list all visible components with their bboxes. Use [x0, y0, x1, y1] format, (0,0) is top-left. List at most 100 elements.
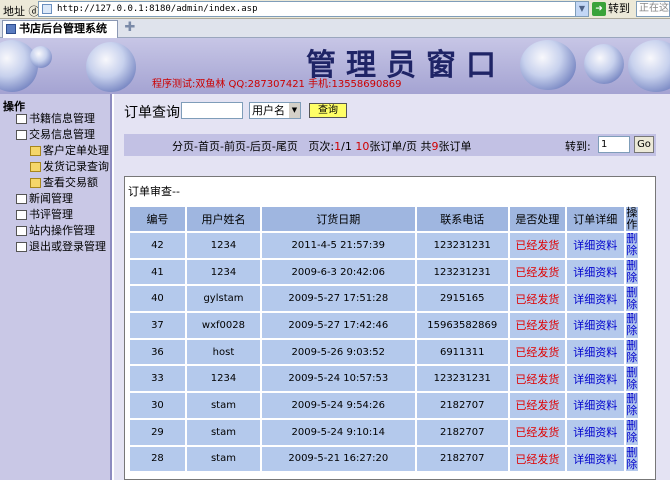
- sidebar-item-site-ops[interactable]: 站内操作管理: [16, 224, 95, 238]
- new-tab-icon[interactable]: ✚: [122, 21, 138, 35]
- status-cell: 已经发货: [509, 393, 565, 418]
- tree-node-icon: [16, 226, 27, 236]
- banner-subtitle: 程序测试:双鱼林 QQ:287307421 手机:13558690869: [152, 79, 402, 90]
- bubble-graphic: [0, 40, 38, 92]
- detail-link[interactable]: 详细资料: [566, 233, 624, 258]
- order-date-cell: 2009-5-24 9:54:26: [262, 393, 415, 418]
- order-id-cell: 42: [130, 233, 185, 258]
- detail-link[interactable]: 详细资料: [566, 286, 624, 312]
- table-row: 33 1234 2009-5-24 10:57:53 123231231 已经发货 详细资…: [130, 366, 638, 392]
- sidebar-item-logout[interactable]: 退出或登录管理: [16, 240, 106, 254]
- delete-link[interactable]: 删除: [625, 420, 638, 445]
- sidebar-item-transactions[interactable]: 交易信息管理: [16, 128, 95, 142]
- table-header-row: 编号 用户姓名 订货日期 联系电话 是否处理 订单详细 操作: [130, 207, 638, 231]
- search-field-select[interactable]: 用户名 ▼: [249, 102, 301, 119]
- delete-link[interactable]: 删除: [625, 393, 638, 418]
- phone-cell: 2182707: [416, 419, 508, 445]
- user-name-cell: stam: [186, 393, 261, 418]
- search-input[interactable]: [181, 102, 243, 119]
- status-cell: 已经发货: [509, 339, 565, 365]
- tree-node-icon: [16, 242, 27, 252]
- order-date-cell: 2009-6-3 20:42:06: [262, 259, 415, 285]
- folder-icon: [30, 178, 41, 188]
- status-cell: 已经发货: [509, 313, 565, 338]
- sidebar-item-books[interactable]: 书籍信息管理: [16, 112, 95, 126]
- order-date-cell: 2009-5-24 9:10:14: [262, 419, 415, 445]
- phone-cell: 2182707: [416, 446, 508, 472]
- sidebar-item-label: 站内操作管理: [29, 224, 95, 237]
- sidebar-item-reviews[interactable]: 书评管理: [16, 208, 73, 222]
- go-button[interactable]: ➜ 转到: [592, 1, 634, 17]
- orders-title: 订单审查--: [128, 185, 180, 198]
- status-cell: 已经发货: [509, 233, 565, 258]
- sidebar-item-label: 交易信息管理: [29, 128, 95, 141]
- url-field[interactable]: http://127.0.0.1:8180/admin/index.asp: [38, 1, 586, 17]
- detail-link[interactable]: 详细资料: [566, 366, 624, 392]
- delete-link[interactable]: 删除: [625, 286, 638, 312]
- tree-node-icon: [16, 130, 27, 140]
- address-bar: 地址 ⓓ http://127.0.0.1:8180/admin/index.a…: [0, 0, 670, 19]
- pagination-links[interactable]: 分页-首页-前页-后页-尾页: [172, 140, 298, 153]
- sidebar-item-customer-orders[interactable]: 客户定单处理: [30, 144, 109, 158]
- sidebar-item-news[interactable]: 新闻管理: [16, 192, 73, 206]
- tree-node-icon: [16, 114, 27, 124]
- bubble-graphic: [30, 46, 52, 68]
- delete-link[interactable]: 删除: [625, 260, 638, 285]
- sidebar: 操作 书籍信息管理 交易信息管理 客户定单处理 发货记录查询 查看交易额 新闻管…: [0, 94, 112, 480]
- main-content: 订单查询 用户名 ▼ 查询 分页-首页-前页-后页-尾页 页次:1/1 10张订…: [114, 94, 670, 480]
- go-arrow-icon: ➜: [592, 2, 606, 16]
- sidebar-item-label: 书籍信息管理: [29, 112, 95, 125]
- sidebar-item-label: 客户定单处理: [43, 144, 109, 157]
- sidebar-item-label: 新闻管理: [29, 192, 73, 205]
- tree-node-icon: [16, 210, 27, 220]
- tab-admin[interactable]: 书店后台管理系统: [2, 20, 118, 38]
- status-cell: 已经发货: [509, 419, 565, 445]
- table-row: 41 1234 2009-6-3 20:42:06 123231231 已经发货 详细资料…: [130, 260, 638, 285]
- search-button[interactable]: 查询: [309, 103, 347, 118]
- detail-link[interactable]: 详细资料: [566, 446, 624, 472]
- detail-link[interactable]: 详细资料: [566, 419, 624, 445]
- search-label: 订单查询: [124, 105, 180, 121]
- order-date-cell: 2009-5-24 10:57:53: [262, 366, 415, 392]
- detail-link[interactable]: 详细资料: [566, 259, 624, 285]
- folder-icon: [30, 162, 41, 172]
- search-select-value: 用户名: [252, 104, 285, 117]
- status-cell: 已经发货: [509, 366, 565, 392]
- column-header: 用户姓名: [186, 207, 261, 231]
- delete-link[interactable]: 删除: [625, 340, 638, 365]
- chevron-down-icon[interactable]: ▼: [575, 1, 589, 17]
- table-row: 36 host 2009-5-26 9:03:52 6911311 已经发货 详细资料 删除: [130, 340, 638, 365]
- total-suffix: 张订单: [438, 140, 472, 153]
- delete-link[interactable]: 删除: [625, 233, 638, 258]
- column-header: 操作: [625, 206, 638, 231]
- table-row: 28 stam 2009-5-21 16:27:20 2182707 已经发货 详细资料删…: [130, 446, 638, 472]
- status-cell: 已经发货: [509, 286, 565, 312]
- sidebar-item-shipping-records[interactable]: 发货记录查询: [30, 160, 109, 174]
- delete-link[interactable]: 删除: [625, 313, 638, 338]
- go-label: 转到: [608, 2, 630, 15]
- page-total: 1: [344, 140, 352, 153]
- goto-button[interactable]: Go: [634, 136, 654, 153]
- phone-cell: 6911311: [416, 339, 508, 365]
- browser-search-input[interactable]: 正在这里: [636, 1, 670, 17]
- phone-cell: 2182707: [416, 393, 508, 418]
- phone-cell: 2915165: [416, 286, 508, 312]
- url-text: http://127.0.0.1:8180/admin/index.asp: [57, 4, 258, 14]
- sidebar-item-sales-volume[interactable]: 查看交易额: [30, 176, 98, 190]
- detail-link[interactable]: 详细资料: [566, 393, 624, 418]
- delete-link[interactable]: 删除: [625, 446, 638, 472]
- folder-icon: [30, 146, 41, 156]
- per-page-count: 10: [355, 140, 370, 153]
- sidebar-item-label: 查看交易额: [43, 176, 98, 189]
- column-header: 编号: [130, 207, 185, 231]
- goto-page-input[interactable]: 1: [598, 136, 630, 153]
- column-header: 订货日期: [262, 207, 415, 231]
- pagination-info: 分页-首页-前页-后页-尾页 页次:1/1 10张订单/页 共9张订单: [172, 138, 472, 154]
- detail-link[interactable]: 详细资料: [566, 313, 624, 338]
- delete-link[interactable]: 删除: [625, 366, 638, 392]
- order-id-cell: 40: [130, 286, 185, 312]
- user-name-cell: wxf0028: [186, 313, 261, 338]
- detail-link[interactable]: 详细资料: [566, 339, 624, 365]
- order-date-cell: 2011-4-5 21:57:39: [262, 233, 415, 258]
- goto-label: 转到:: [565, 140, 591, 153]
